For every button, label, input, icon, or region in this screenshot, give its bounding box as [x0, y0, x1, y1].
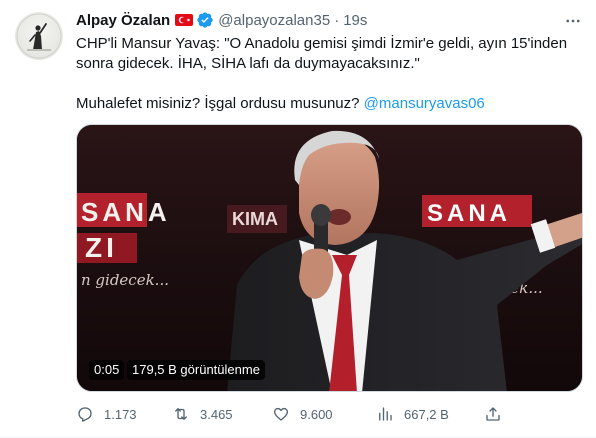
tweet-text-line: Muhalefet misiniz? İşgal ordusu musunuz?… [76, 94, 581, 114]
banner-text-center: KIMA [232, 209, 278, 229]
video-timestamp: 0:05 [89, 360, 125, 380]
banner-text-right: SANA [427, 200, 511, 227]
avatar[interactable] [15, 12, 63, 60]
tweet-text-line: CHP'li Mansur Yavaş: "O Anadolu gemisi ş… [76, 35, 568, 52]
share-button[interactable] [484, 400, 502, 428]
tweet-text-line: sonra gidecek. İHA, SİHA lafı da duymaya… [76, 55, 420, 72]
separator-dot: · [334, 11, 340, 29]
views-count: 667,2 B [404, 406, 449, 422]
reply-button[interactable]: 1.173 [76, 400, 137, 428]
reply-count: 1.173 [104, 406, 137, 422]
tweet-header: Alpay Özalan @alpayozalan35 · 19s [76, 10, 367, 30]
tweet-text: CHP'li Mansur Yavaş: "O Anadolu gemisi ş… [76, 34, 581, 114]
retweet-button[interactable]: 3.465 [172, 400, 233, 428]
like-button[interactable]: 9.600 [272, 400, 333, 428]
video-player[interactable]: SANA ZI KIMA SANA n gidecek... un gidece… [76, 124, 583, 392]
more-icon[interactable] [560, 10, 586, 32]
retweet-count: 3.465 [200, 406, 233, 422]
mention-link[interactable]: @mansuryavas06 [364, 95, 485, 112]
verified-badge-icon [196, 11, 214, 29]
banner-text-left-2: ZI [85, 232, 118, 263]
banner-text-left: SANA [81, 197, 171, 227]
author-name[interactable]: Alpay Özalan [76, 12, 170, 29]
banner-script-left: n gidecek... [81, 271, 169, 289]
retweet-icon [175, 408, 187, 420]
tweet-time[interactable]: 19s [343, 12, 367, 29]
author-handle[interactable]: @alpayozalan35 [218, 12, 330, 29]
tweet-question: Muhalefet misiniz? İşgal ordusu musunuz? [76, 95, 360, 112]
tweet[interactable]: Alpay Özalan @alpayozalan35 · 19s CHP'li… [0, 0, 596, 438]
video-view-count: 179,5 B görüntülenme [127, 360, 265, 380]
share-icon [486, 407, 500, 421]
views-button[interactable]: 667,2 B [376, 400, 449, 428]
video-frame: SANA ZI KIMA SANA n gidecek... un gidece… [77, 125, 582, 391]
like-count: 9.600 [300, 406, 333, 422]
views-icon [379, 407, 392, 421]
turkey-flag-icon [175, 14, 194, 26]
tweet-actions: 1.173 3.465 9.600 667,2 B [76, 400, 516, 428]
reply-icon [78, 407, 92, 422]
like-icon [273, 407, 289, 421]
